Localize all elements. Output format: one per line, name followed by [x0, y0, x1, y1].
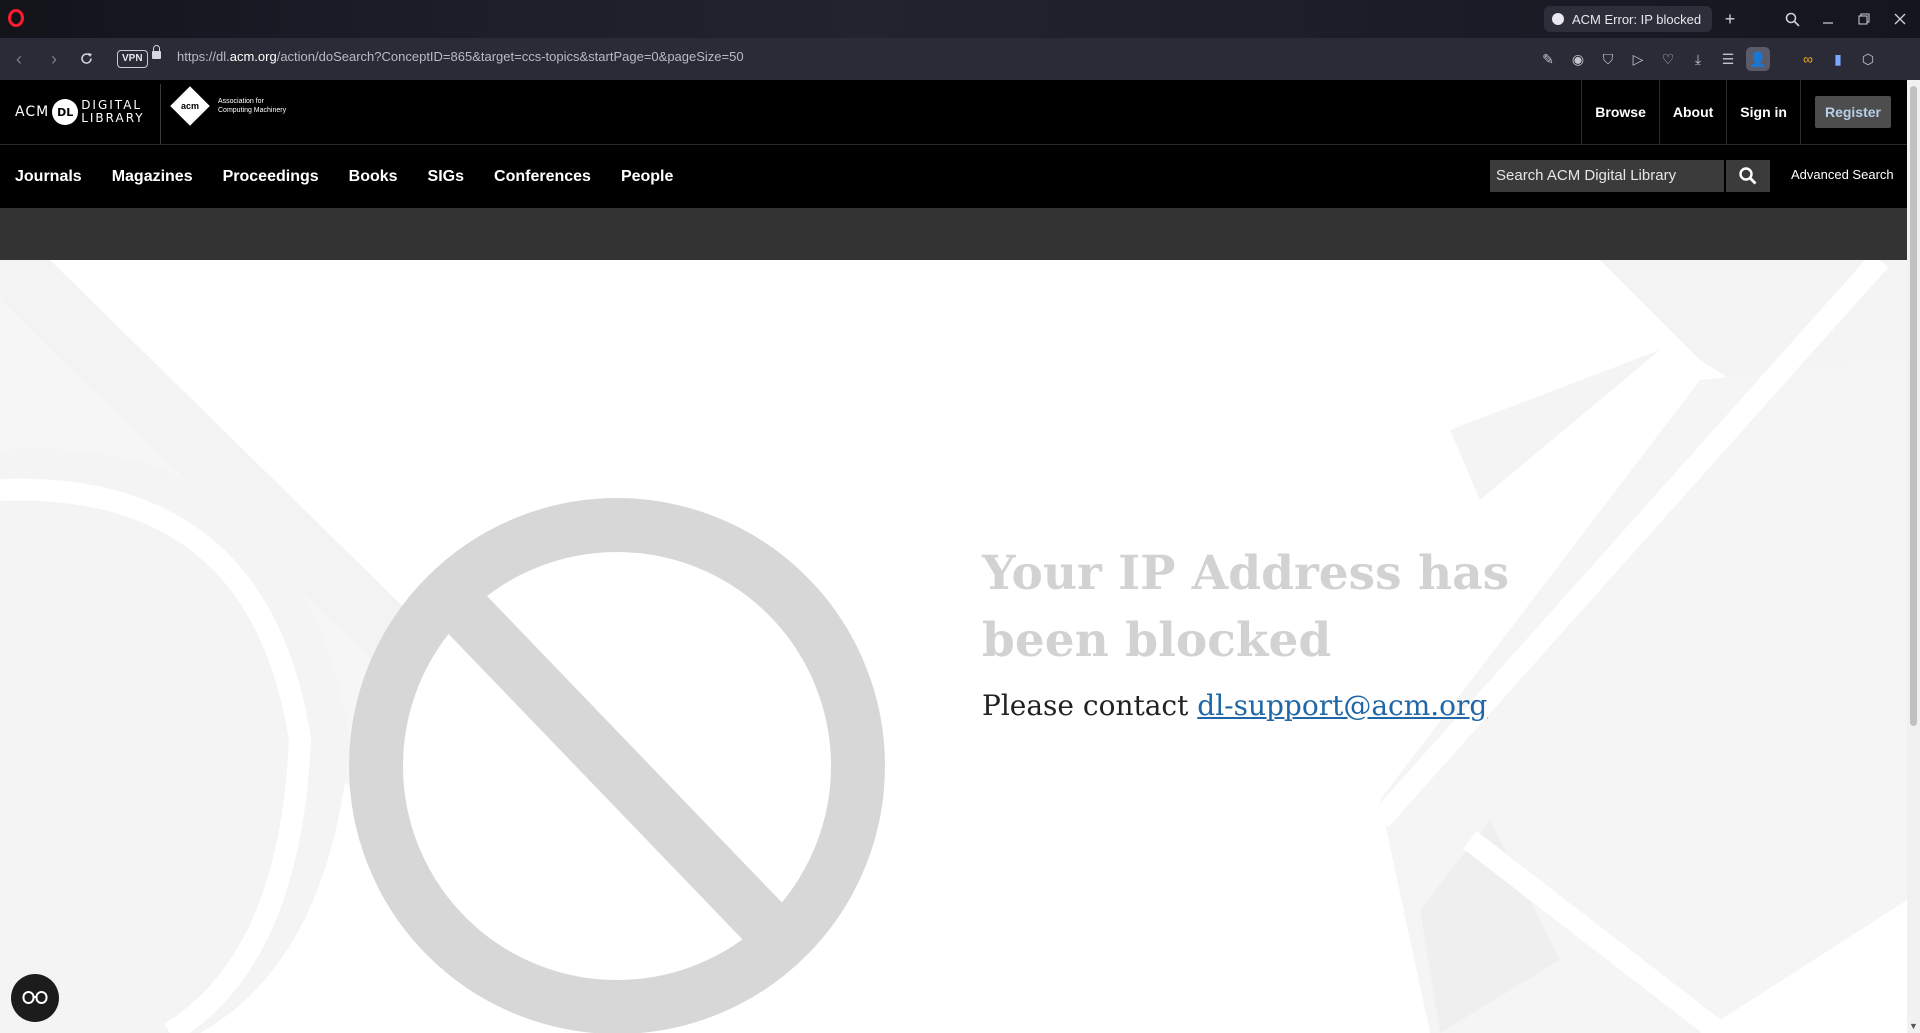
- acm-diamond-icon: acm: [170, 86, 210, 126]
- url-prefix: https://dl.: [177, 49, 230, 64]
- nav-books[interactable]: Books: [349, 168, 398, 186]
- glasses-icon: [22, 991, 48, 1004]
- register-button[interactable]: Register: [1814, 96, 1891, 128]
- reload-icon[interactable]: [75, 48, 97, 70]
- browser-tab-active[interactable]: ACM Error: IP blocked: [1544, 6, 1712, 32]
- extensions-cube-icon[interactable]: ⬡: [1856, 47, 1880, 71]
- acm-top-nav: ACM DL DIGITAL LIBRARY acm Association f…: [0, 80, 1907, 144]
- opera-logo-icon[interactable]: [8, 9, 24, 27]
- play-icon[interactable]: ▷: [1626, 47, 1650, 71]
- acm-dl-logo[interactable]: ACM DL DIGITAL LIBRARY: [15, 94, 145, 130]
- scroll-down-icon[interactable]: ▼: [1909, 1021, 1918, 1031]
- tab-title: ACM Error: IP blocked: [1572, 11, 1702, 27]
- reader-mode-button[interactable]: [11, 974, 59, 1022]
- browser-toolbar-icons: ✎ ◉ ⛉ ▷ ♡ ⤓ ☰ 👤 ∞ ▮ ⬡: [1536, 47, 1880, 71]
- edit-icon[interactable]: ✎: [1536, 47, 1560, 71]
- restore-window-icon[interactable]: [1850, 6, 1878, 32]
- nav-conferences[interactable]: Conferences: [494, 168, 591, 186]
- nav-sigs[interactable]: SIGs: [428, 168, 464, 186]
- easy-setup-icon[interactable]: ☰: [1716, 47, 1740, 71]
- assoc-line1: Association for: [218, 98, 264, 105]
- url-field[interactable]: https://dl.acm.org/action/doSearch?Conce…: [177, 49, 744, 64]
- grey-banner: [0, 208, 1907, 260]
- close-window-icon[interactable]: [1886, 6, 1914, 32]
- acm-association-text: Association for Computing Machinery: [218, 97, 286, 115]
- logo-digital-library: DIGITAL LIBRARY: [81, 99, 144, 125]
- minimize-window-icon[interactable]: [1814, 6, 1842, 32]
- search-icon: [1739, 167, 1757, 185]
- contact-prefix: Please contact: [982, 689, 1189, 722]
- extension-glasses-icon[interactable]: ∞: [1796, 47, 1820, 71]
- advanced-search-link[interactable]: Advanced Search: [1791, 167, 1894, 182]
- nav-magazines[interactable]: Magazines: [112, 168, 193, 186]
- main-nav-items: Journals Magazines Proceedings Books SIG…: [15, 145, 673, 208]
- acm-page: ACM DL DIGITAL LIBRARY acm Association f…: [0, 80, 1907, 1033]
- search-button[interactable]: [1726, 160, 1770, 192]
- logo-library-text: LIBRARY: [81, 111, 145, 125]
- browser-tabstrip: ACM Error: IP blocked +: [0, 0, 1920, 38]
- support-email-link[interactable]: dl-support@acm.org: [1197, 689, 1487, 722]
- scrollbar-thumb[interactable]: [1910, 86, 1917, 726]
- error-heading: Your IP Address has been blocked: [982, 546, 1510, 668]
- vpn-badge[interactable]: VPN: [117, 50, 148, 68]
- acm-association-logo[interactable]: acm Association for Computing Machinery: [170, 86, 286, 126]
- browse-link[interactable]: Browse: [1581, 80, 1659, 144]
- url-host: acm.org: [229, 49, 277, 64]
- acm-diamond-text: acm: [180, 100, 200, 111]
- url-path: /action/doSearch?ConceptID=865&target=cc…: [276, 49, 744, 64]
- nav-proceedings[interactable]: Proceedings: [223, 168, 319, 186]
- search-tabs-icon[interactable]: [1778, 6, 1806, 32]
- lock-icon[interactable]: [152, 45, 161, 59]
- forward-icon[interactable]: ›: [43, 48, 65, 70]
- shield-icon[interactable]: ⛉: [1596, 47, 1620, 71]
- search-input[interactable]: Search ACM Digital Library: [1490, 160, 1724, 192]
- new-tab-icon[interactable]: +: [1716, 6, 1744, 32]
- background-artwork: [0, 260, 1907, 1033]
- page-scrollbar[interactable]: ▼: [1907, 80, 1920, 1033]
- profile-icon[interactable]: 👤: [1746, 47, 1770, 71]
- about-link[interactable]: About: [1658, 80, 1726, 144]
- register-wrap: Register: [1799, 80, 1907, 144]
- back-icon[interactable]: ‹: [8, 48, 30, 70]
- logo-dl-badge: DL: [52, 99, 79, 125]
- logo-digital-text: DIGITAL: [81, 98, 143, 112]
- extension-doc-icon[interactable]: ▮: [1826, 47, 1850, 71]
- assoc-line2: Computing Machinery: [218, 107, 287, 114]
- browser-address-bar: ‹ › VPN https://dl.acm.org/action/doSear…: [0, 38, 1920, 109]
- logo-divider: [160, 84, 161, 144]
- camera-icon[interactable]: ◉: [1566, 47, 1590, 71]
- nav-journals[interactable]: Journals: [15, 168, 82, 186]
- tab-favicon-icon: [1552, 13, 1564, 25]
- contact-line: Please contact dl-support@acm.org: [982, 689, 1487, 722]
- logo-acm-text: ACM: [15, 104, 50, 120]
- account-links: Browse About Sign in Register: [1581, 80, 1907, 144]
- heart-icon[interactable]: ♡: [1656, 47, 1680, 71]
- download-icon[interactable]: ⤓: [1686, 47, 1710, 71]
- sign-in-link[interactable]: Sign in: [1726, 80, 1800, 144]
- nav-people[interactable]: People: [621, 168, 673, 186]
- acm-main-nav: Journals Magazines Proceedings Books SIG…: [0, 145, 1907, 208]
